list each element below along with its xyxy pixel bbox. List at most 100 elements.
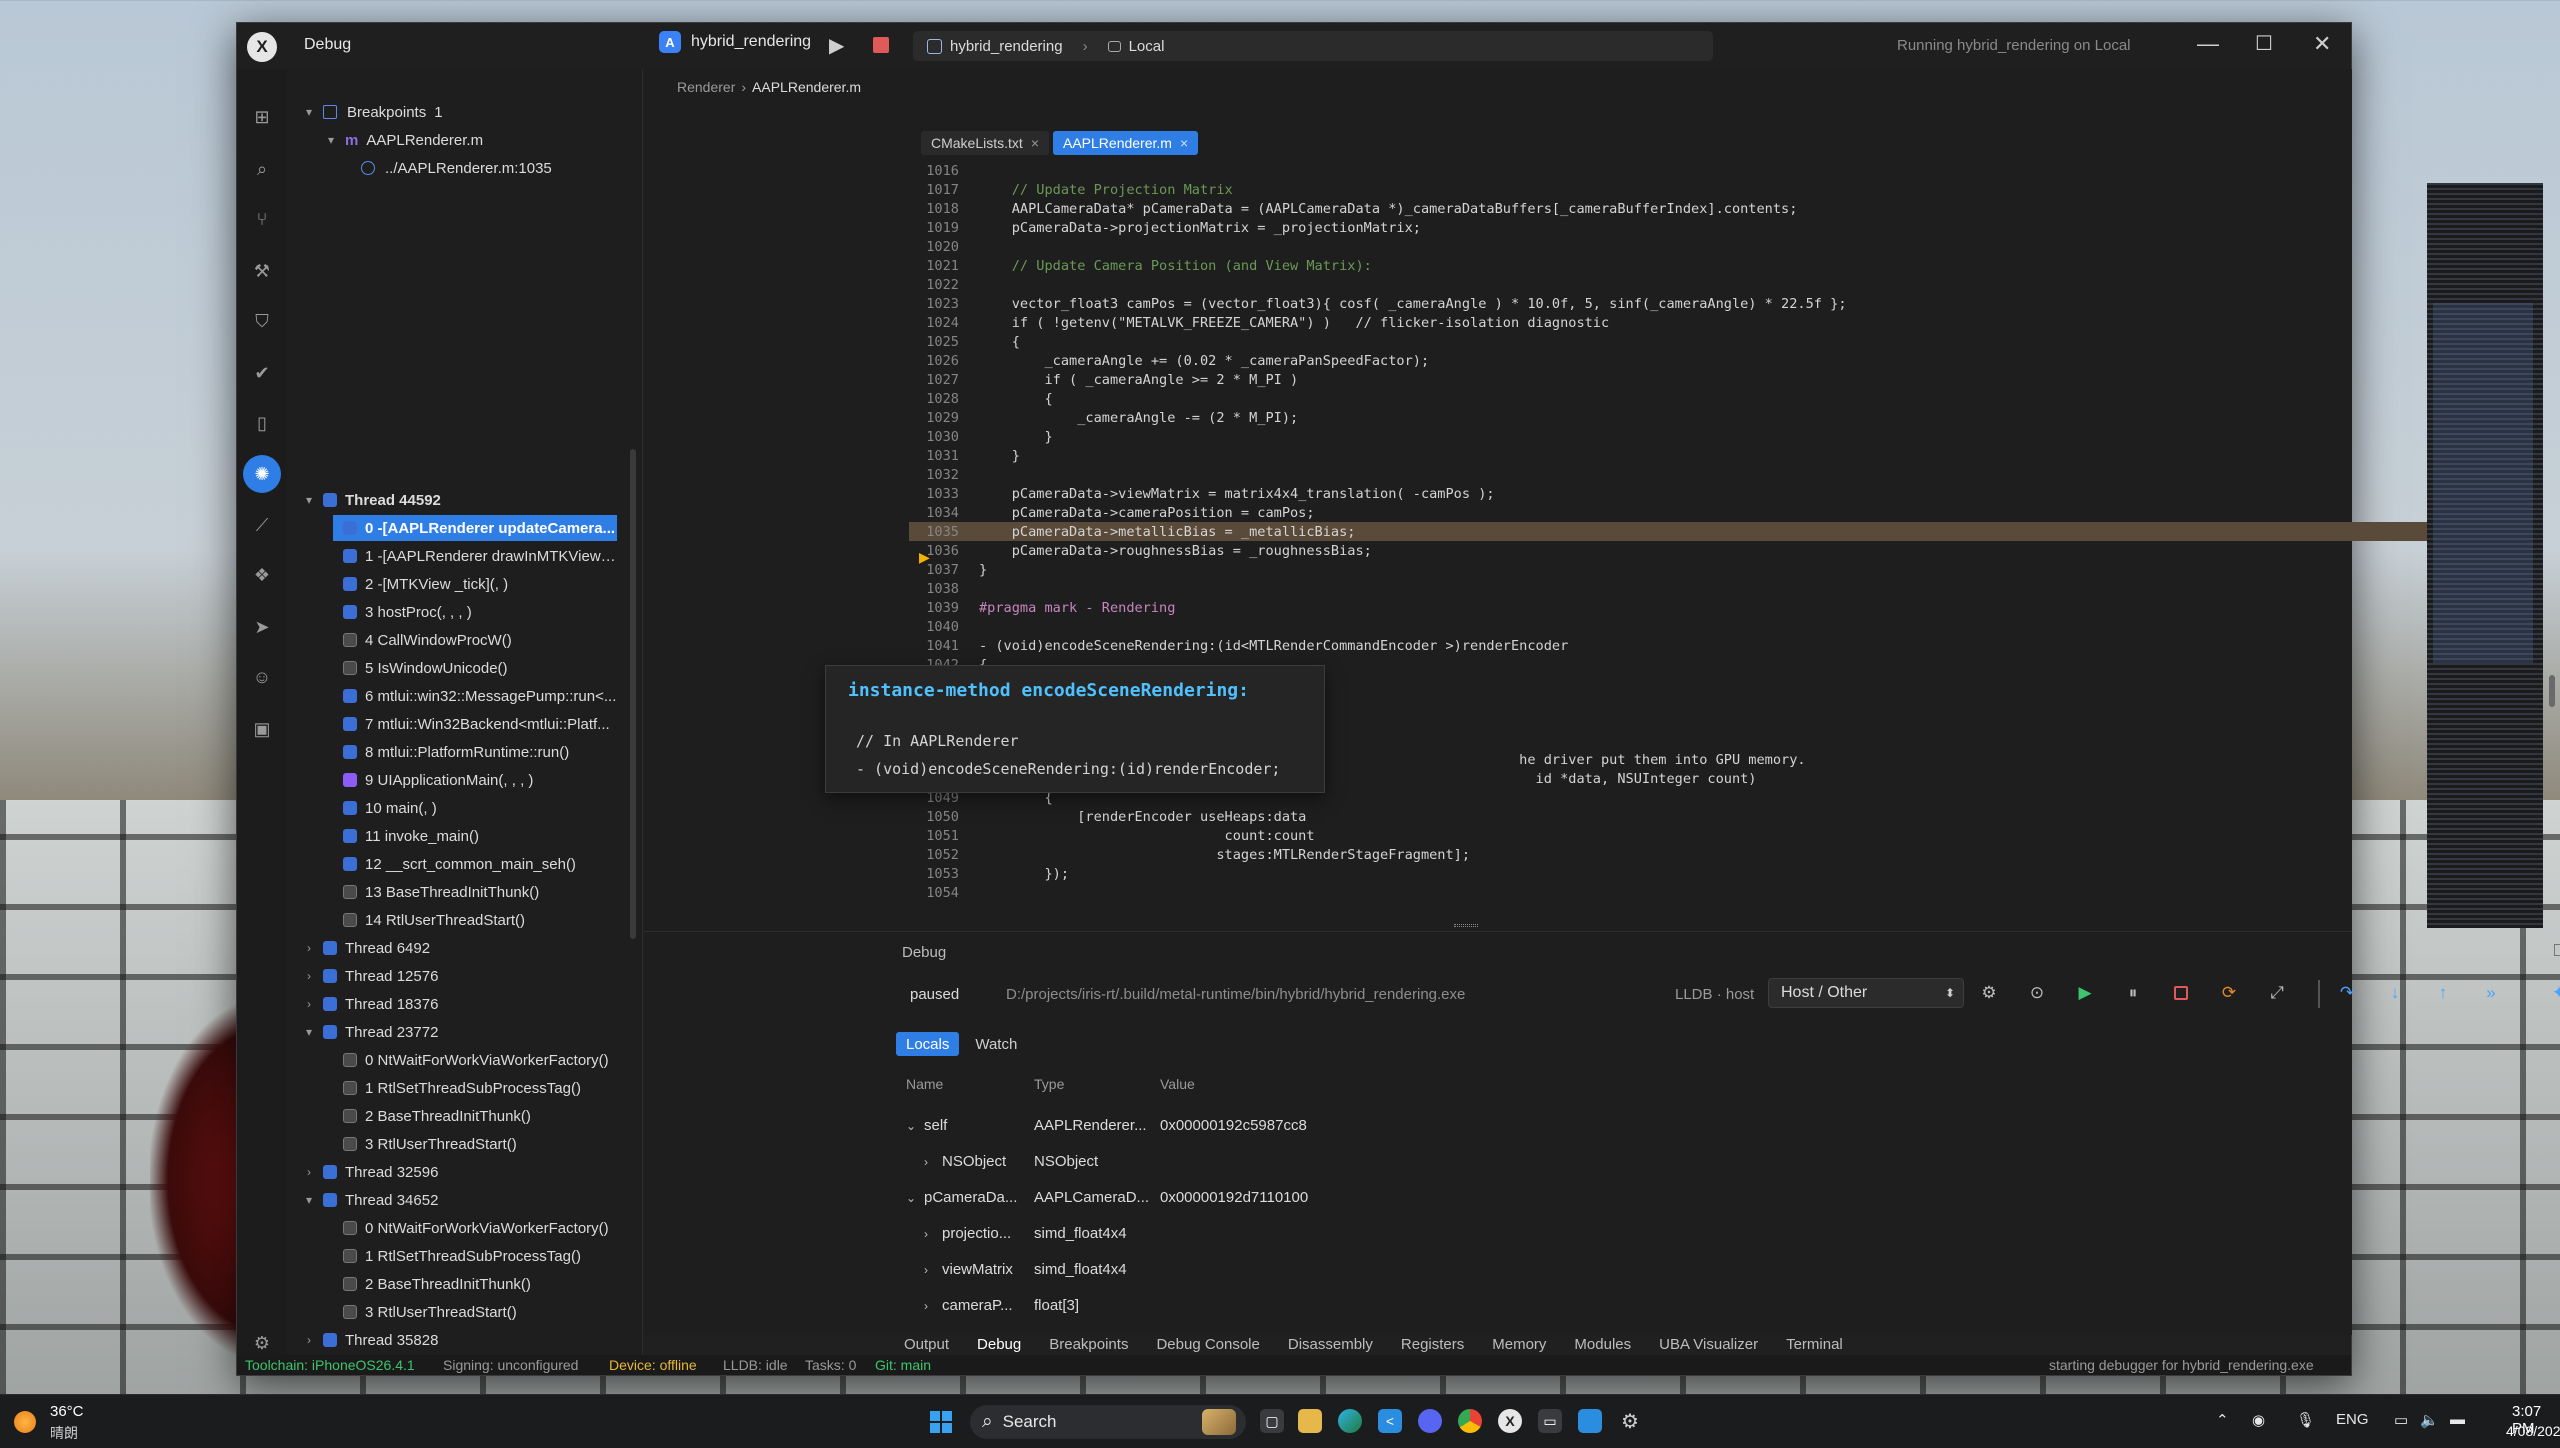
- settings-app-icon[interactable]: ⚙: [1618, 1409, 1642, 1433]
- run-button[interactable]: ▶: [829, 33, 844, 58]
- device-icon[interactable]: ▯: [250, 411, 274, 435]
- minimize-button[interactable]: —: [2197, 31, 2219, 57]
- stack-frame[interactable]: 8 mtlui::PlatformRuntime::run(): [333, 739, 617, 765]
- variable-row[interactable]: › viewMatrix simd_float4x4: [898, 1252, 2538, 1288]
- code-line[interactable]: 1052 stages:MTLRenderStageFragment];: [909, 845, 2427, 864]
- bottom-tab[interactable]: Debug: [977, 1336, 1021, 1353]
- code-line[interactable]: 1028 {: [909, 389, 2427, 408]
- breadcrumb-file[interactable]: AAPLRenderer.m: [752, 79, 861, 95]
- stack-frame[interactable]: 3 RtlUserThreadStart(): [333, 1131, 617, 1157]
- close-icon[interactable]: ×: [1031, 135, 1039, 151]
- maximize-button[interactable]: ☐: [2255, 31, 2273, 56]
- chevron-right-icon[interactable]: ›: [924, 1227, 928, 1241]
- code-line[interactable]: 1029 _cameraAngle -= (2 * M_PI);: [909, 408, 2427, 427]
- status-device[interactable]: Device: offline: [609, 1357, 697, 1373]
- windows-start-icon[interactable]: [930, 1411, 952, 1433]
- line-number[interactable]: 1032: [909, 467, 979, 483]
- tray-chevron-up-icon[interactable]: ⌃: [2216, 1411, 2229, 1429]
- code-line[interactable]: 1027 if ( _cameraAngle >= 2 * M_PI ): [909, 370, 2427, 389]
- variable-row[interactable]: › cameraP... float[3]: [898, 1288, 2538, 1324]
- tests-icon[interactable]: ✔: [250, 361, 274, 385]
- terminal-app-icon[interactable]: ▭: [1538, 1409, 1562, 1433]
- minimap[interactable]: [2427, 183, 2543, 928]
- bottom-tab[interactable]: Output: [904, 1336, 949, 1353]
- app-logo-icon[interactable]: X: [247, 32, 277, 62]
- tray-network-icon[interactable]: ▭: [2394, 1411, 2408, 1429]
- taskbar-date[interactable]: 4/08/2026: [2506, 1423, 2560, 1439]
- line-number[interactable]: 1025: [909, 334, 979, 350]
- col-value[interactable]: Value: [1160, 1076, 1195, 1092]
- weather-status[interactable]: 晴朗: [50, 1423, 78, 1443]
- restart-icon[interactable]: ⟳: [2218, 982, 2240, 1004]
- col-type[interactable]: Type: [1034, 1076, 1064, 1092]
- breakpoint-toggle-icon[interactable]: ⊙: [2026, 982, 2048, 1004]
- code-line[interactable]: 1050 [renderEncoder useHeaps:data: [909, 807, 2427, 826]
- step-instruction-icon[interactable]: »: [2480, 982, 2502, 1004]
- line-number[interactable]: 1027: [909, 372, 979, 388]
- stack-frame[interactable]: 1 RtlSetThreadSubProcessTag(): [333, 1075, 617, 1101]
- detach-icon[interactable]: ⤢: [2266, 982, 2288, 1004]
- chevron-right-icon[interactable]: ›: [924, 1299, 928, 1313]
- task-view-icon[interactable]: ▢: [1260, 1409, 1284, 1433]
- variable-row[interactable]: › NSObject NSObject: [898, 1144, 2538, 1180]
- code-line[interactable]: 1020: [909, 237, 2427, 256]
- search-icon[interactable]: ⌕: [250, 157, 274, 181]
- code-line[interactable]: 1053 });: [909, 864, 2427, 883]
- tab-locals[interactable]: Locals: [896, 1032, 960, 1056]
- taskbar-search[interactable]: ⌕ Search: [970, 1405, 1246, 1439]
- bottom-tab[interactable]: Disassembly: [1288, 1336, 1373, 1353]
- tray-language[interactable]: ENG: [2336, 1411, 2369, 1428]
- stack-frame[interactable]: 2 BaseThreadInitThunk(): [333, 1271, 617, 1297]
- line-number[interactable]: 1018: [909, 201, 979, 217]
- line-number[interactable]: 1030: [909, 429, 979, 445]
- code-line[interactable]: 1032: [909, 465, 2427, 484]
- profiler-icon[interactable]: ⟋: [250, 513, 274, 537]
- code-line[interactable]: 1038: [909, 579, 2427, 598]
- line-number[interactable]: 1054: [909, 885, 979, 901]
- chevron-right-icon[interactable]: ›: [924, 1155, 928, 1169]
- tray-discord-icon[interactable]: ◉: [2252, 1411, 2265, 1429]
- variable-row[interactable]: › projectio... simd_float4x4: [898, 1216, 2538, 1252]
- line-number[interactable]: 1052: [909, 847, 979, 863]
- line-number[interactable]: 1023: [909, 296, 979, 312]
- thread-row[interactable]: › Thread 6492: [301, 935, 631, 961]
- line-number[interactable]: 1028: [909, 391, 979, 407]
- code-line[interactable]: 1051 count:count: [909, 826, 2427, 845]
- minimap-viewport[interactable]: [2433, 303, 2533, 663]
- stack-frame[interactable]: 2 -[MTKView _tick](, ): [333, 571, 617, 597]
- line-number[interactable]: 1017: [909, 182, 979, 198]
- explorer-icon[interactable]: ⊞: [250, 105, 274, 129]
- terminal-icon[interactable]: ▣: [250, 717, 274, 741]
- stack-frame[interactable]: 0 NtWaitForWorkViaWorkerFactory(): [333, 1047, 617, 1073]
- code-line[interactable]: 1021 // Update Camera Position (and View…: [909, 256, 2427, 275]
- stack-frame[interactable]: 11 invoke_main(): [333, 823, 617, 849]
- stack-frame[interactable]: 5 IsWindowUnicode(): [333, 655, 617, 681]
- build-icon[interactable]: ⚒: [250, 259, 274, 283]
- scheme-breadcrumb[interactable]: hybrid_rendering › Local: [913, 31, 1713, 61]
- line-number[interactable]: 1022: [909, 277, 979, 293]
- thread-row[interactable]: › Thread 18376: [301, 991, 631, 1017]
- code-line[interactable]: 1025 {: [909, 332, 2427, 351]
- code-line[interactable]: 1016: [909, 161, 2427, 180]
- chevron-right-icon[interactable]: ›: [924, 1263, 928, 1277]
- debug-icon[interactable]: ✺: [243, 455, 281, 493]
- line-number[interactable]: 1051: [909, 828, 979, 844]
- extensions-icon[interactable]: ❖: [250, 563, 274, 587]
- host-select[interactable]: Host / Other ⬍: [1768, 978, 1964, 1008]
- panel-maximize-icon[interactable]: [2554, 944, 2560, 956]
- code-line[interactable]: 1030 }: [909, 427, 2427, 446]
- stack-frame[interactable]: 7 mtlui::Win32Backend<mtlui::Platf...: [333, 711, 617, 737]
- sun-weather-icon[interactable]: [14, 1411, 36, 1433]
- code-line[interactable]: 1026 _cameraAngle += (0.02 * _cameraPanS…: [909, 351, 2427, 370]
- stop-button[interactable]: [873, 37, 889, 53]
- bottom-tab[interactable]: UBA Visualizer: [1659, 1336, 1758, 1353]
- stack-frame[interactable]: 12 __scrt_common_main_seh(): [333, 851, 617, 877]
- stack-frame[interactable]: 3 hostProc(, , , ): [333, 599, 617, 625]
- code-line[interactable]: 1017 // Update Projection Matrix: [909, 180, 2427, 199]
- stop-icon[interactable]: [2170, 982, 2192, 1004]
- line-number[interactable]: 1020: [909, 239, 979, 255]
- tray-battery-icon[interactable]: ▬: [2450, 1411, 2465, 1428]
- line-number[interactable]: 1029: [909, 410, 979, 426]
- line-number[interactable]: 1021: [909, 258, 979, 274]
- code-line[interactable]: 1034 pCameraData->cameraPosition = camPo…: [909, 503, 2427, 522]
